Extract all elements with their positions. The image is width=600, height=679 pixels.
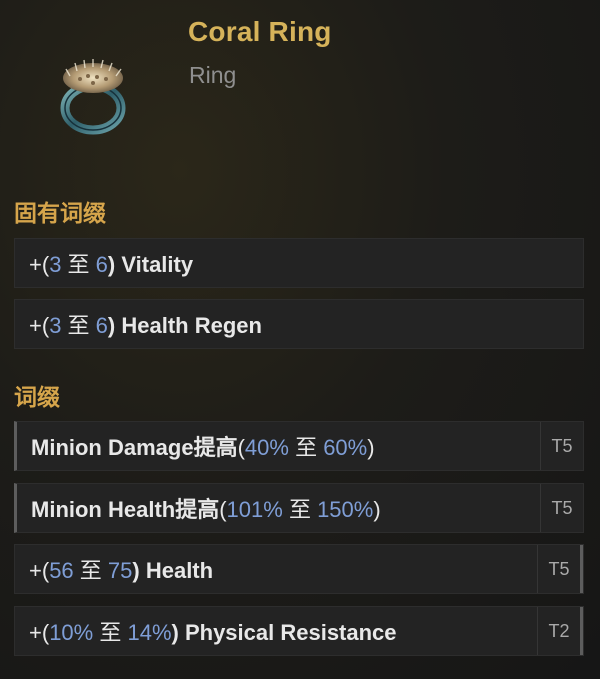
implicit-row[interactable]: +(3 至 6) Health Regen <box>14 299 584 349</box>
implicit-row[interactable]: +(3 至 6) Vitality <box>14 238 584 288</box>
affix-row[interactable]: Minion Health提高(101% 至 150%) T5 <box>14 483 584 533</box>
coral-ring-icon <box>50 52 136 138</box>
item-type: Ring <box>189 62 237 88</box>
affix-text: Minion Health提高(101% 至 150%) <box>31 497 381 522</box>
item-name: Coral Ring <box>188 16 332 47</box>
implicit-section-label: 固有词缀 <box>14 200 106 226</box>
affix-row[interactable]: +(10% 至 14%) Physical Resistance T2 <box>14 606 584 656</box>
implicit-text: +(3 至 6) Health Regen <box>29 313 262 338</box>
tier-badge: T5 <box>540 422 583 470</box>
affix-row[interactable]: Minion Damage提高(40% 至 60%) T5 <box>14 421 584 471</box>
affix-text: +(10% 至 14%) Physical Resistance <box>29 620 397 645</box>
tier-badge: T5 <box>540 484 583 532</box>
item-tooltip: Coral Ring Ring 固有词缀 +(3 至 6) Vitality +… <box>0 0 600 679</box>
affix-section-label: 词缀 <box>14 384 60 410</box>
affix-text: +(56 至 75) Health <box>29 558 214 583</box>
tier-badge: T2 <box>537 607 583 655</box>
tier-badge: T5 <box>537 545 583 593</box>
affix-text: Minion Damage提高(40% 至 60%) <box>31 435 375 460</box>
implicit-text: +(3 至 6) Vitality <box>29 252 194 277</box>
affix-row[interactable]: +(56 至 75) Health T5 <box>14 544 584 594</box>
